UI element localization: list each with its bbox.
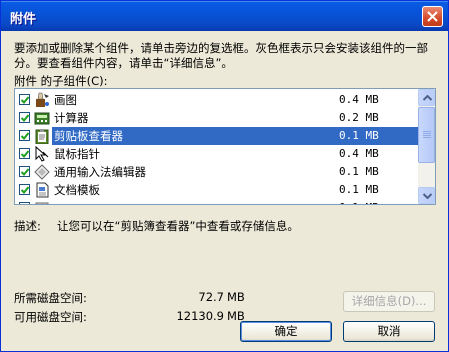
- scroll-up-button[interactable]: [418, 89, 435, 106]
- list-item[interactable]: 鼠标指针 0.4 MB: [16, 145, 419, 163]
- component-name: 鼠标指针: [54, 147, 100, 161]
- list-item[interactable]: 画图 0.4 MB: [16, 91, 419, 109]
- checkmark-icon: [21, 132, 29, 140]
- ime-icon: [34, 164, 50, 180]
- checkmark-icon: [21, 114, 29, 122]
- component-size: 0.1 MB: [339, 201, 419, 204]
- mouse-pointer-icon: [34, 145, 50, 162]
- scroll-thumb[interactable]: [418, 107, 435, 163]
- list-item[interactable]: 通用输入法编辑器 0.1 MB: [16, 163, 419, 181]
- component-size: 0.4 MB: [339, 93, 379, 106]
- component-name: [52, 201, 56, 204]
- description-text: 让您可以在“剪贴簿查看器”中查看或存储信息。: [57, 219, 299, 233]
- paint-icon: [34, 92, 50, 108]
- component-checkbox[interactable]: [19, 202, 30, 205]
- document-template-icon: [34, 182, 50, 198]
- checkmark-icon: [21, 204, 29, 205]
- close-button[interactable]: [422, 6, 443, 27]
- component-size: 0.4 MB: [339, 147, 379, 160]
- list-item[interactable]: 计算器 0.2 MB: [16, 109, 419, 127]
- chevron-up-icon: [423, 95, 432, 101]
- component-name: 计算器: [54, 111, 89, 125]
- checkmark-icon: [21, 150, 29, 158]
- list-item[interactable]: 剪贴板查看器 0.1 MB: [16, 127, 419, 145]
- component-checkbox[interactable]: [19, 130, 30, 141]
- partial-icon: [34, 200, 50, 204]
- available-space-label: 可用磁盘空间:: [14, 310, 87, 324]
- component-size: 0.1 MB: [339, 165, 379, 178]
- component-size: 0.1 MB: [339, 183, 379, 196]
- description-label: 描述:: [14, 219, 41, 233]
- details-button[interactable]: 详细信息(D)...: [343, 291, 435, 312]
- title-bar[interactable]: 附件: [1, 1, 448, 31]
- ok-button[interactable]: 确定: [240, 321, 332, 342]
- calculator-icon: [34, 110, 50, 126]
- subcomponents-list[interactable]: 画图 0.4 MB 计算器 0.2 MB 剪贴板查看器 0.1 MB 鼠标指针 0.4 MB 通…: [14, 88, 436, 205]
- subcomponents-label: 附件 的子组件(C):: [14, 74, 108, 88]
- component-name: 文档模板: [54, 183, 100, 197]
- cancel-button[interactable]: 取消: [343, 321, 435, 342]
- component-name: 画图: [54, 93, 77, 107]
- list-item[interactable]: 文档模板 0.1 MB: [16, 181, 419, 199]
- checkmark-icon: [21, 168, 29, 176]
- accessories-dialog: 附件 要添加或删除某个组件，请单击旁边的复选框。灰色框表示只会安装该组件的一部分…: [0, 0, 449, 352]
- chevron-down-icon: [423, 193, 432, 199]
- component-size: 0.2 MB: [339, 111, 379, 124]
- component-checkbox[interactable]: [19, 184, 30, 195]
- available-space-value: 12130.9: [176, 309, 224, 323]
- instructions-text: 要添加或删除某个组件，请单击旁边的复选框。灰色框表示只会安装该组件的一部分。要查…: [14, 41, 428, 70]
- component-name: 剪贴板查看器: [52, 129, 125, 144]
- checkmark-icon: [21, 186, 29, 194]
- clipboard-icon: [34, 128, 50, 145]
- component-name: 通用输入法编辑器: [54, 165, 146, 179]
- scroll-down-button[interactable]: [418, 187, 435, 204]
- list-item[interactable]: 0.1 MB: [16, 199, 419, 205]
- required-space-value: 72.7: [198, 290, 224, 304]
- component-checkbox[interactable]: [19, 148, 30, 159]
- component-checkbox[interactable]: [19, 94, 30, 105]
- close-icon: [427, 11, 438, 22]
- component-checkbox[interactable]: [19, 166, 30, 177]
- window-title: 附件: [10, 12, 37, 27]
- required-space-label: 所需磁盘空间:: [14, 291, 87, 305]
- component-checkbox[interactable]: [19, 112, 30, 123]
- dialog-body: 要添加或删除某个组件，请单击旁边的复选框。灰色框表示只会安装该组件的一部分。要查…: [4, 31, 445, 349]
- required-space-unit: MB: [227, 290, 245, 304]
- component-size: 0.1 MB: [339, 129, 379, 142]
- checkmark-icon: [21, 96, 29, 104]
- list-scrollbar[interactable]: [418, 89, 435, 204]
